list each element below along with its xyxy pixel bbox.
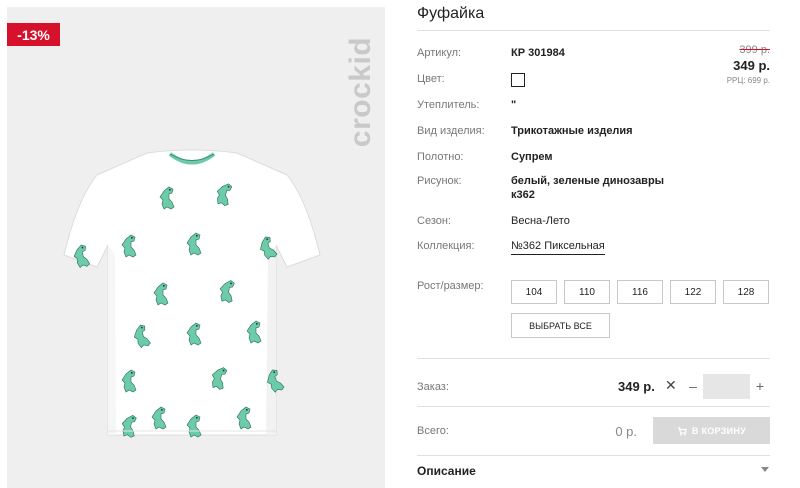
product-info-panel: Фуфайка Артикул: КР 301984 399 р. 349 р.… (400, 0, 800, 488)
season-value: Весна-Лето (511, 215, 570, 227)
description-toggle[interactable]: Описание (417, 464, 476, 478)
article-value: КР 301984 (511, 47, 565, 59)
divider (417, 30, 770, 31)
season-label: Сезон: (417, 215, 451, 227)
add-to-cart-label: В КОРЗИНУ (691, 425, 747, 436)
divider (417, 406, 770, 407)
total-label: Всего: (417, 425, 449, 437)
article-label: Артикул: (417, 47, 462, 59)
brand-logo: crockid (344, 17, 378, 167)
color-swatch[interactable] (511, 73, 525, 87)
collection-link[interactable]: №362 Пиксельная (511, 240, 605, 255)
cart-icon (677, 426, 687, 436)
type-label: Вид изделия: (417, 125, 485, 137)
old-price: 399 р. (739, 44, 770, 56)
brand-logo-text: crockid (344, 36, 377, 148)
select-all-sizes-button[interactable]: ВЫБРАТЬ ВСЕ (511, 313, 610, 338)
total-value: 0 р. (615, 424, 637, 439)
fabric-value: Супрем (511, 151, 553, 163)
pattern-value-line2: к362 (511, 189, 535, 201)
pattern-value-line1: белый, зеленые динозавры (511, 175, 665, 187)
size-option-104[interactable]: 104 (511, 280, 557, 304)
size-option-122[interactable]: 122 (670, 280, 716, 304)
type-value: Трикотажные изделия (511, 125, 633, 137)
product-image-panel[interactable]: -13% crockid (7, 7, 385, 488)
product-image[interactable] (62, 145, 322, 445)
size-option-128[interactable]: 128 (723, 280, 769, 304)
divider (417, 358, 770, 359)
add-to-cart-button[interactable]: В КОРЗИНУ (653, 417, 770, 444)
order-price: 349 р. (618, 379, 655, 394)
discount-badge: -13% (7, 23, 60, 46)
color-label: Цвет: (417, 73, 445, 85)
filler-value: " (511, 99, 517, 111)
filler-label: Утеплитель: (417, 99, 480, 111)
size-option-110[interactable]: 110 (564, 280, 610, 304)
current-price: 349 р. (733, 58, 770, 73)
order-label: Заказ: (417, 381, 449, 393)
fabric-label: Полотно: (417, 151, 464, 163)
divider (417, 455, 770, 456)
chevron-down-icon[interactable] (761, 467, 769, 472)
quantity-decrease-button[interactable]: – (683, 375, 703, 397)
rrp-price: РРЦ: 699 р. (726, 76, 770, 85)
pattern-label: Рисунок: (417, 175, 462, 187)
size-label: Рост/размер: (417, 280, 484, 292)
times-icon: ✕ (665, 377, 677, 393)
collection-label: Коллекция: (417, 240, 475, 252)
size-option-116[interactable]: 116 (617, 280, 663, 304)
product-title: Фуфайка (417, 5, 485, 22)
quantity-increase-button[interactable]: + (750, 375, 770, 397)
quantity-input[interactable] (703, 374, 750, 399)
